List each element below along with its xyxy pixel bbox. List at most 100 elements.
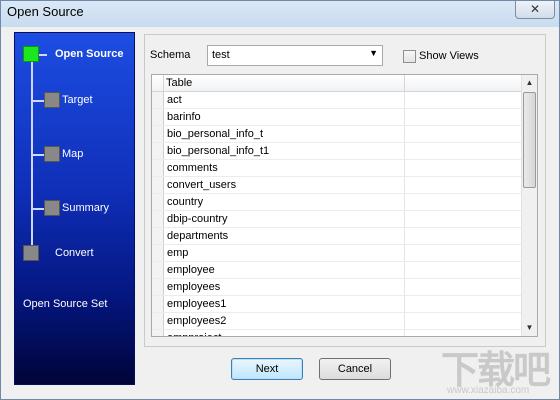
window-title: Open Source bbox=[7, 4, 84, 19]
title-bar: Open Source ✕ bbox=[1, 1, 559, 27]
row-selector[interactable] bbox=[152, 330, 164, 336]
schema-value: test bbox=[212, 49, 230, 61]
table-row[interactable]: employees1 bbox=[152, 296, 522, 313]
row-selector[interactable] bbox=[152, 194, 164, 210]
table-name-cell: act bbox=[167, 94, 182, 106]
column-divider bbox=[404, 262, 405, 278]
tables-grid[interactable]: Table act barinfo bio_personal_info_t bio_p… bbox=[151, 74, 538, 337]
step-summary-label: Summary bbox=[62, 202, 110, 214]
table-name-cell: bio_personal_info_t bbox=[167, 128, 264, 140]
column-divider bbox=[404, 245, 405, 261]
table-row[interactable]: departments bbox=[152, 228, 522, 245]
row-selector[interactable] bbox=[152, 160, 164, 176]
row-selector[interactable] bbox=[152, 92, 164, 108]
step-map-marker bbox=[44, 146, 60, 162]
table-row[interactable]: barinfo bbox=[152, 109, 522, 126]
row-selector[interactable] bbox=[152, 126, 164, 142]
row-selector[interactable] bbox=[152, 109, 164, 125]
column-divider bbox=[404, 279, 405, 295]
scroll-down-icon[interactable]: ▼ bbox=[522, 320, 537, 336]
table-row[interactable]: empproject bbox=[152, 330, 522, 336]
table-name-cell: employee bbox=[167, 264, 215, 276]
step-summary-marker bbox=[44, 200, 60, 216]
column-divider bbox=[404, 211, 405, 227]
table-name-cell: barinfo bbox=[167, 111, 201, 123]
watermark-logo: 下载吧 www.xiazaiba.com bbox=[437, 337, 557, 397]
table-name-cell: employees bbox=[167, 281, 221, 293]
column-header-table[interactable]: Table bbox=[166, 77, 192, 89]
table-row[interactable]: comments bbox=[152, 160, 522, 177]
column-divider bbox=[404, 330, 405, 336]
step-map-label: Map bbox=[62, 148, 84, 160]
scroll-up-icon[interactable]: ▲ bbox=[522, 75, 537, 91]
table-row[interactable]: dbip-country bbox=[152, 211, 522, 228]
watermark-url: www.xiazaiba.com bbox=[447, 385, 530, 396]
table-header: Table bbox=[152, 75, 522, 92]
table-row[interactable]: country bbox=[152, 194, 522, 211]
row-selector[interactable] bbox=[152, 245, 164, 261]
step-connector bbox=[31, 154, 44, 156]
table-name-cell: dbip-country bbox=[167, 213, 228, 225]
vertical-scrollbar[interactable]: ▲ ▼ bbox=[521, 75, 537, 336]
open-source-dialog: Open Source ✕ Open Source Target Map Sum… bbox=[0, 0, 560, 400]
table-name-cell: country bbox=[167, 196, 204, 208]
column-divider bbox=[404, 177, 405, 193]
table-row[interactable]: bio_personal_info_t bbox=[152, 126, 522, 143]
row-selector[interactable] bbox=[152, 177, 164, 193]
table-row[interactable]: bio_personal_info_t1 bbox=[152, 143, 522, 160]
table-row[interactable]: employees2 bbox=[152, 313, 522, 330]
row-selector[interactable] bbox=[152, 279, 164, 295]
row-selector[interactable] bbox=[152, 211, 164, 227]
step-open-source-label: Open Source bbox=[55, 48, 124, 60]
table-name-cell: bio_personal_info_t1 bbox=[167, 145, 270, 157]
column-divider bbox=[404, 126, 405, 142]
column-divider bbox=[404, 160, 405, 176]
table-row[interactable]: act bbox=[152, 92, 522, 109]
table-name-cell: departments bbox=[167, 230, 229, 242]
table-name-cell: convert_users bbox=[167, 179, 237, 191]
column-divider bbox=[404, 75, 405, 92]
chevron-down-icon: ▼ bbox=[369, 48, 378, 58]
open-source-set-label: Open Source Set bbox=[23, 298, 108, 310]
column-divider bbox=[404, 228, 405, 244]
header-row-stub bbox=[152, 75, 164, 92]
table-name-cell: comments bbox=[167, 162, 218, 174]
step-target-marker bbox=[44, 92, 60, 108]
table-row[interactable]: convert_users bbox=[152, 177, 522, 194]
row-selector[interactable] bbox=[152, 143, 164, 159]
show-views-label[interactable]: Show Views bbox=[419, 50, 479, 62]
column-divider bbox=[404, 92, 405, 108]
schema-label: Schema bbox=[150, 49, 191, 61]
table-name-cell: emp bbox=[167, 247, 189, 259]
step-convert-marker bbox=[23, 245, 39, 261]
row-selector[interactable] bbox=[152, 228, 164, 244]
steps-connector bbox=[31, 53, 33, 253]
column-divider bbox=[404, 194, 405, 210]
row-selector[interactable] bbox=[152, 313, 164, 329]
cancel-button[interactable]: Cancel bbox=[319, 358, 391, 380]
step-connector bbox=[31, 100, 44, 102]
close-icon: ✕ bbox=[529, 2, 541, 16]
step-connector bbox=[31, 208, 44, 210]
show-views-checkbox[interactable] bbox=[403, 50, 416, 63]
row-selector[interactable] bbox=[152, 262, 164, 278]
table-row[interactable]: employee bbox=[152, 262, 522, 279]
row-selector[interactable] bbox=[152, 296, 164, 312]
table-name-cell: employees1 bbox=[167, 298, 227, 310]
column-divider bbox=[404, 296, 405, 312]
close-button[interactable]: ✕ bbox=[515, 1, 555, 19]
scroll-thumb[interactable] bbox=[523, 92, 536, 188]
table-row[interactable]: emp bbox=[152, 245, 522, 262]
table-name-cell: employees2 bbox=[167, 315, 227, 327]
schema-dropdown[interactable]: test ▼ bbox=[207, 45, 383, 66]
column-divider bbox=[404, 143, 405, 159]
column-divider bbox=[404, 109, 405, 125]
table-name-cell: empproject bbox=[167, 332, 221, 336]
step-open-source-marker bbox=[23, 46, 39, 62]
table-rows: act barinfo bio_personal_info_t bio_persona… bbox=[152, 92, 522, 336]
column-divider bbox=[404, 313, 405, 329]
table-row[interactable]: employees bbox=[152, 279, 522, 296]
step-target-label: Target bbox=[62, 94, 93, 106]
wizard-steps-panel: Open Source Target Map Summary Convert O… bbox=[14, 32, 135, 385]
next-button[interactable]: Next bbox=[231, 358, 303, 380]
